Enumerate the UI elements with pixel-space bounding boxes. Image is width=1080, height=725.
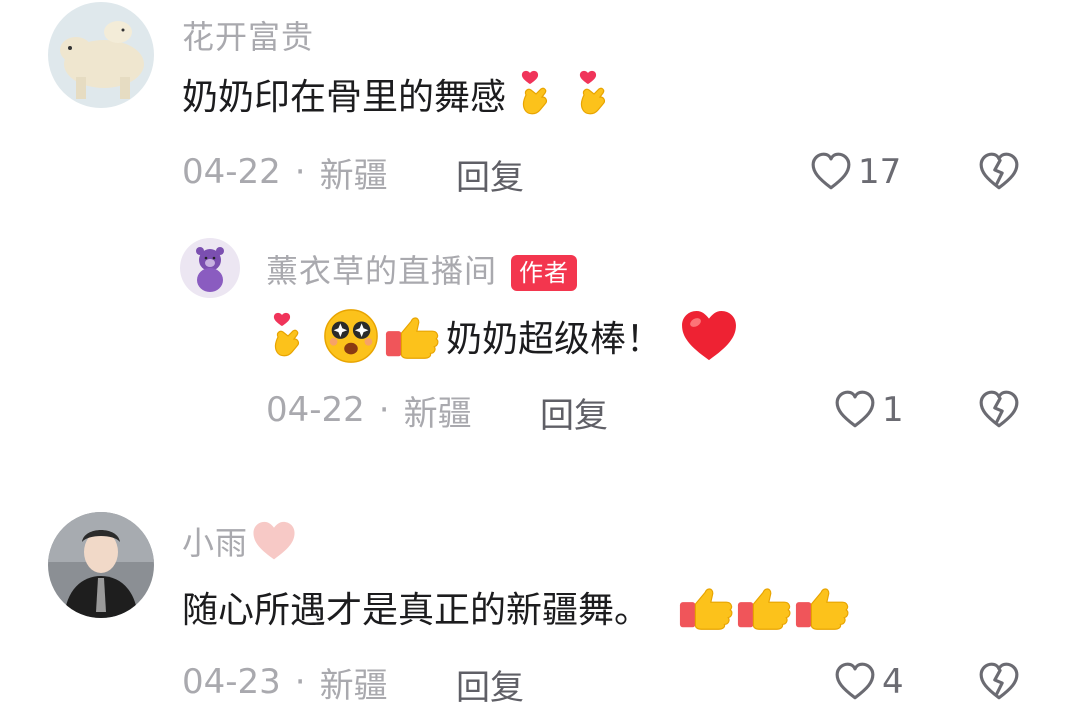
comment-text-row: 奶奶超级棒！ [268,306,738,366]
red-heart-icon [680,310,738,362]
thumbs-up-icon [384,311,442,361]
reply-button[interactable]: 回复 [456,660,524,709]
pink-heart-icon [252,521,296,561]
avatar[interactable] [48,2,154,108]
thumbs-up-icon [794,582,852,632]
comment-username[interactable]: 薰衣草的直播间 [266,252,497,290]
comment-username[interactable]: 小雨 [182,518,248,564]
purple-bear-avatar-icon [180,238,240,298]
comment-item: 花开富贵 奶奶印在骨里的舞感 04-22 · 新疆 回复 17 [0,0,1080,230]
comment-meta: 04-22 · 新疆 [266,388,472,434]
comment-location: 新疆 [403,393,472,434]
woman-portrait-avatar-icon [48,512,154,618]
comment-text: 奶奶印在骨里的舞感 [182,77,507,118]
heart-outline-icon [834,661,876,703]
dislike-button[interactable] [978,661,1020,707]
reply-comment-item: 薰衣草的直播间 作者 奶奶超级棒！ 04-22 · 新疆 回复 1 [0,230,1080,460]
polar-bear-avatar-icon [48,2,154,108]
reply-button[interactable]: 回复 [540,388,608,437]
avatar[interactable] [180,238,240,298]
broken-heart-icon [978,661,1020,703]
finger-heart-icon [268,309,308,363]
heart-outline-icon [810,151,852,193]
like-button[interactable]: 4 [834,660,904,704]
comment-date: 04-23 [182,662,281,702]
comment-username[interactable]: 花开富贵 [182,12,314,58]
broken-heart-icon [978,389,1020,431]
comment-location: 新疆 [319,665,388,706]
thumbs-up-icon [736,582,794,632]
comment-date: 04-22 [266,390,365,430]
comment-meta: 04-23 · 新疆 [182,660,388,706]
author-badge: 作者 [511,255,578,291]
meta-separator: · [378,390,390,430]
comment-text-row: 随心所遇才是真正的新疆舞。 [182,578,852,636]
meta-separator: · [294,662,306,702]
dislike-button[interactable] [978,151,1020,197]
like-count: 4 [882,662,904,702]
reply-username-row: 薰衣草的直播间 作者 [266,246,578,292]
comment-date: 04-22 [182,152,281,192]
like-button[interactable]: 1 [834,388,904,432]
username-row: 小雨 [182,518,296,564]
avatar[interactable] [48,512,154,618]
comment-text: 随心所遇才是真正的新疆舞。 [182,590,651,631]
comment-meta: 04-22 · 新疆 [182,150,388,196]
like-count: 17 [858,152,902,192]
broken-heart-icon [978,151,1020,193]
like-button[interactable]: 17 [810,150,901,194]
dislike-button[interactable] [978,389,1020,435]
reply-button[interactable]: 回复 [456,150,524,199]
finger-heart-icon [574,67,614,121]
comment-item: 小雨 随心所遇才是真正的新疆舞。 04-23 · 新疆 回复 4 [0,500,1080,725]
like-count: 1 [882,390,904,430]
comment-text-row: 奶奶印在骨里的舞感 [182,66,614,122]
comment-text: 奶奶超级棒！ [446,319,663,360]
comment-location: 新疆 [319,155,388,196]
meta-separator: · [294,152,306,192]
thumbs-up-icon [678,582,736,632]
heart-outline-icon [834,389,876,431]
starry-eyes-icon [322,307,380,365]
finger-heart-icon [516,67,556,121]
